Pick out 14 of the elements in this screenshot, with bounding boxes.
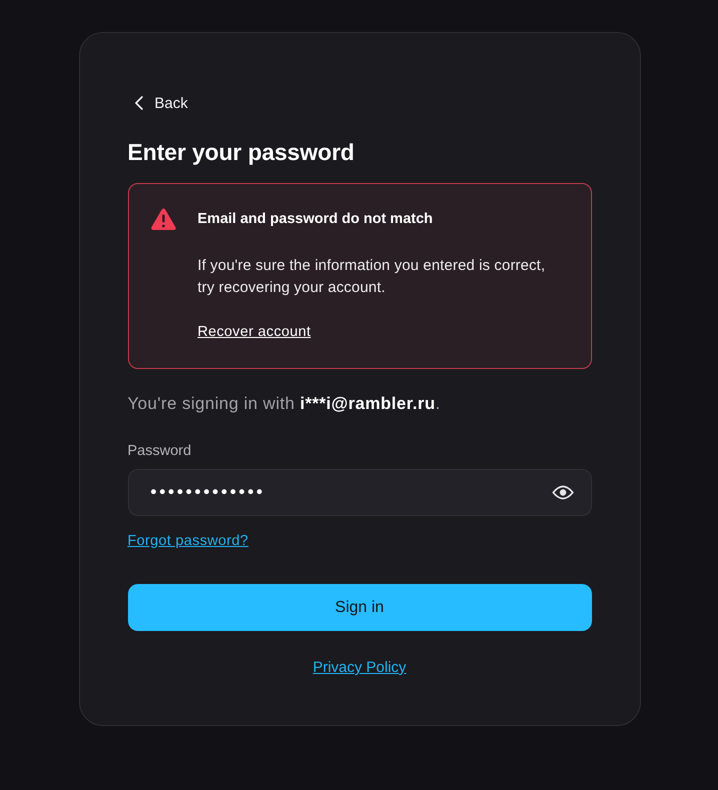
page-title: Enter your password (128, 140, 356, 164)
recover-account-link[interactable]: Recover account (198, 323, 311, 341)
back-button[interactable]: Back (128, 93, 188, 113)
eye-icon[interactable] (552, 485, 574, 500)
warning-icon (150, 208, 176, 231)
chevron-left-icon (134, 96, 142, 110)
signing-in-notice: You're signing in with i***i@rambler.ru. (128, 393, 442, 415)
alert-message: If you're sure the information you entered is correct, try recovering your account. (198, 256, 546, 298)
alert-title: Email and password do not match (198, 210, 433, 228)
sign-in-button[interactable]: Sign in (128, 584, 592, 631)
privacy-policy-link[interactable]: Privacy Policy (312, 659, 406, 677)
password-field[interactable]: ••••••••••••• (128, 469, 592, 516)
password-label: Password (128, 442, 192, 460)
forgot-password-link[interactable]: Forgot password? (128, 532, 248, 550)
